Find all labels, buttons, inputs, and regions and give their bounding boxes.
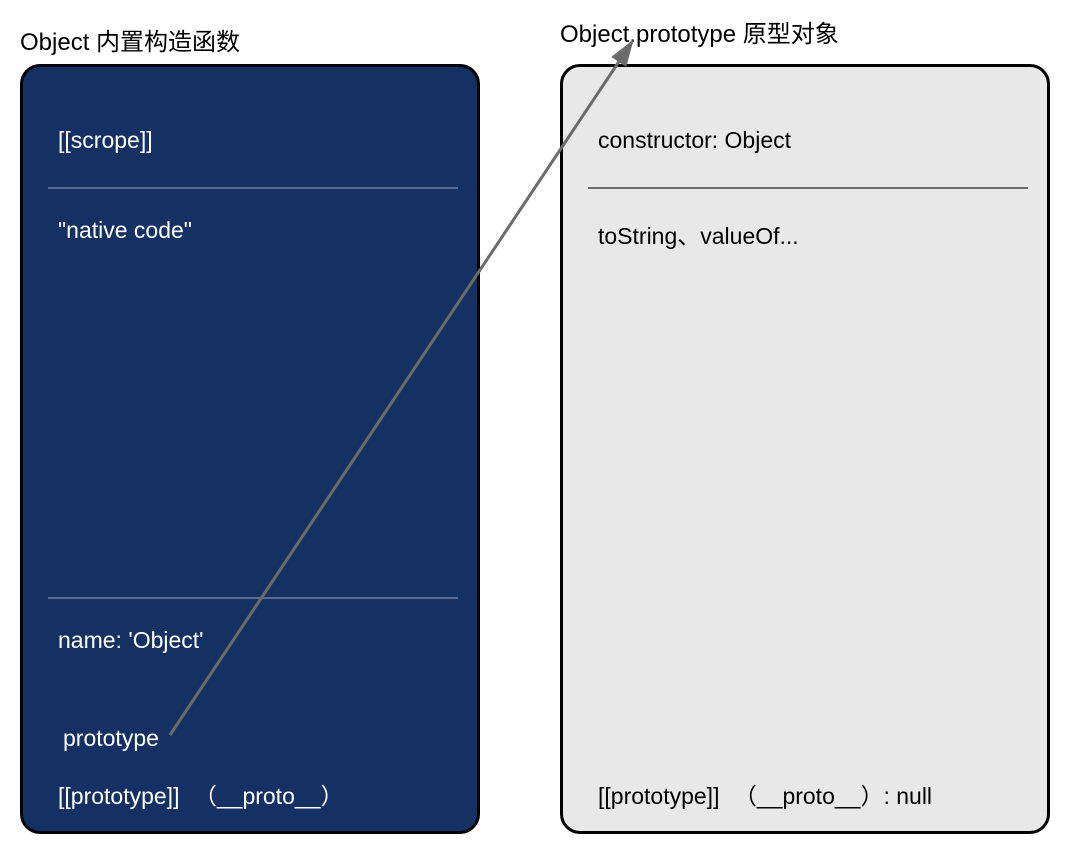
proto-internal-left: [[prototype]] （__proto__） — [58, 777, 343, 811]
left-title: Object 内置构造函数 — [20, 22, 240, 57]
name-field: name: 'Object' — [58, 627, 204, 654]
scope-field: [[scrope]] — [58, 127, 153, 154]
right-title: Object.prototype 原型对象 — [560, 14, 839, 49]
proto-bracket-right: [[prototype]] — [598, 783, 719, 809]
constructor-field: constructor: Object — [598, 127, 791, 154]
prototype-field: prototype — [63, 725, 159, 752]
divider-left-1 — [48, 187, 458, 189]
proto-dunder-left: （__proto__） — [194, 783, 344, 809]
divider-right-1 — [588, 187, 1028, 189]
methods-field: toString、valueOf... — [598, 217, 799, 251]
diagram-container: Object 内置构造函数 Object.prototype 原型对象 [[sc… — [0, 0, 1066, 853]
proto-bracket-left: [[prototype]] — [58, 783, 179, 809]
divider-left-2 — [48, 597, 458, 599]
proto-dunder-right: （__proto__）: null — [734, 783, 932, 809]
object-constructor-box: [[scrope]] "native code" name: 'Object' … — [20, 64, 480, 834]
proto-internal-right: [[prototype]] （__proto__）: null — [598, 777, 932, 811]
native-code-field: "native code" — [58, 217, 192, 244]
object-prototype-box: constructor: Object toString、valueOf... … — [560, 64, 1050, 834]
